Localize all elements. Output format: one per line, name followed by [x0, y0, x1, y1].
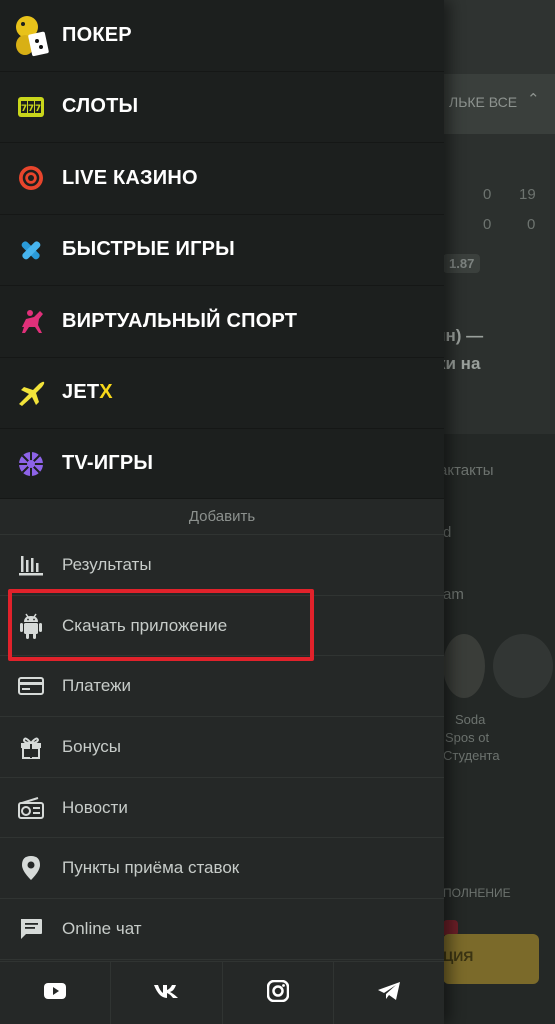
menu-item-betting-points[interactable]: Пункты приёма ставок [0, 838, 444, 900]
menu-item-label: LIVE КАЗИНО [62, 166, 198, 189]
menu-item-label: ВИРТУАЛЬНЫЙ СПОРТ [62, 309, 298, 332]
bg-link: am [443, 586, 464, 603]
vk-icon [153, 983, 179, 1004]
youtube-link[interactable] [0, 962, 112, 1024]
menu-item-virtual-sport[interactable]: ВИРТУАЛЬНЫЙ СПОРТ [0, 286, 444, 358]
fast-games-icon [0, 236, 62, 264]
menu-item-label: JETX [62, 381, 113, 404]
bg-button-label: ЦИЯ [443, 948, 474, 964]
instagram-link[interactable] [223, 962, 334, 1024]
chat-icon [0, 918, 62, 940]
svg-text:7: 7 [35, 104, 41, 114]
youtube-icon [44, 982, 67, 1004]
highlight-box [8, 589, 314, 661]
instagram-icon [266, 979, 289, 1007]
bg-link: d [443, 524, 452, 541]
bg-score: 19 [519, 186, 536, 203]
bg-score: 0 [483, 186, 492, 203]
menu-item-label: СЛОТЫ [62, 95, 139, 118]
chevron-up-icon: ⌃ [527, 91, 540, 108]
menu-item-news[interactable]: Новости [0, 777, 444, 839]
menu-item-label: Online чат [62, 918, 142, 938]
menu-item-jetx[interactable]: JETX [0, 357, 444, 429]
menu-item-payments[interactable]: Платежи [0, 656, 444, 718]
bg-link: актакты [439, 462, 494, 479]
bg-caption: ПОЛНЕНИЕ [443, 886, 511, 900]
radio-news-icon [0, 796, 62, 819]
menu-item-label: Бонусы [62, 736, 122, 756]
side-menu-drawer: ПОКЕР 7 7 7 СЛОТЫ LIVE КАЗИНО БЫСТРЫЕ ИГ… [0, 0, 444, 1024]
bg-caption: Spos ot [445, 730, 490, 745]
menu-item-label: Результаты [62, 554, 152, 574]
menu-item-results[interactable]: Результаты [0, 535, 444, 596]
menu-item-poker[interactable]: ПОКЕР [0, 0, 444, 72]
menu-item-online-chat[interactable]: Online чат [0, 899, 444, 960]
slot-machine-icon: 7 7 7 [0, 96, 62, 118]
vk-link[interactable] [111, 962, 223, 1024]
telegram-link[interactable] [334, 962, 444, 1024]
bg-filter-label: ЛЬКЕ ВСЕ [449, 94, 518, 110]
menu-item-label: Новости [62, 797, 128, 817]
menu-item-label: ПОКЕР [62, 23, 132, 46]
jet-x-accent: X [99, 381, 113, 404]
location-pin-icon [0, 855, 62, 881]
menu-item-label: Платежи [62, 676, 131, 696]
bg-logo [493, 634, 553, 698]
bg-logo [443, 634, 485, 698]
jet-plane-icon [0, 379, 62, 407]
jet-label: JET [62, 381, 100, 404]
svg-text:7: 7 [21, 104, 27, 114]
live-casino-icon [0, 165, 62, 191]
add-section-button[interactable]: Добавить [0, 499, 444, 535]
poker-cards-icon [0, 11, 62, 59]
svg-text:7: 7 [28, 104, 34, 114]
bg-header [443, 0, 555, 74]
bg-event-card: 0 0 19 0 1.87 йн) — ки на [435, 134, 555, 434]
results-chart-icon [0, 554, 62, 576]
gift-icon [0, 735, 62, 759]
menu-item-label: Пункты приёма ставок [62, 858, 240, 878]
bg-caption: Студента [443, 748, 500, 763]
menu-item-slots[interactable]: 7 7 7 СЛОТЫ [0, 71, 444, 143]
tv-games-icon [0, 451, 62, 477]
menu-item-live-casino[interactable]: LIVE КАЗИНО [0, 143, 444, 215]
bg-score: 0 [527, 216, 536, 233]
menu-item-fast-games[interactable]: БЫСТРЫЕ ИГРЫ [0, 214, 444, 286]
bg-filter-bar: ЛЬКЕ ВСЕ ⌃ [443, 74, 555, 134]
bg-button: ЦИЯ [443, 934, 539, 984]
menu-item-label: БЫСТРЫЕ ИГРЫ [62, 238, 235, 261]
bg-score: 0 [483, 216, 492, 233]
menu-item-tv-games[interactable]: TV-ИГРЫ [0, 429, 444, 499]
bg-footer: актакты d am Soda Spos ot Студента ПОЛНЕ… [439, 434, 555, 1024]
menu-item-bonuses[interactable]: Бонусы [0, 717, 444, 778]
telegram-icon [377, 981, 401, 1006]
horse-racing-icon [0, 307, 62, 335]
bg-caption: Soda [455, 712, 486, 727]
bg-odds: 1.87 [443, 254, 481, 273]
social-links-bar [0, 961, 444, 1024]
credit-card-icon [0, 677, 62, 696]
menu-item-label: TV-ИГРЫ [62, 452, 154, 474]
